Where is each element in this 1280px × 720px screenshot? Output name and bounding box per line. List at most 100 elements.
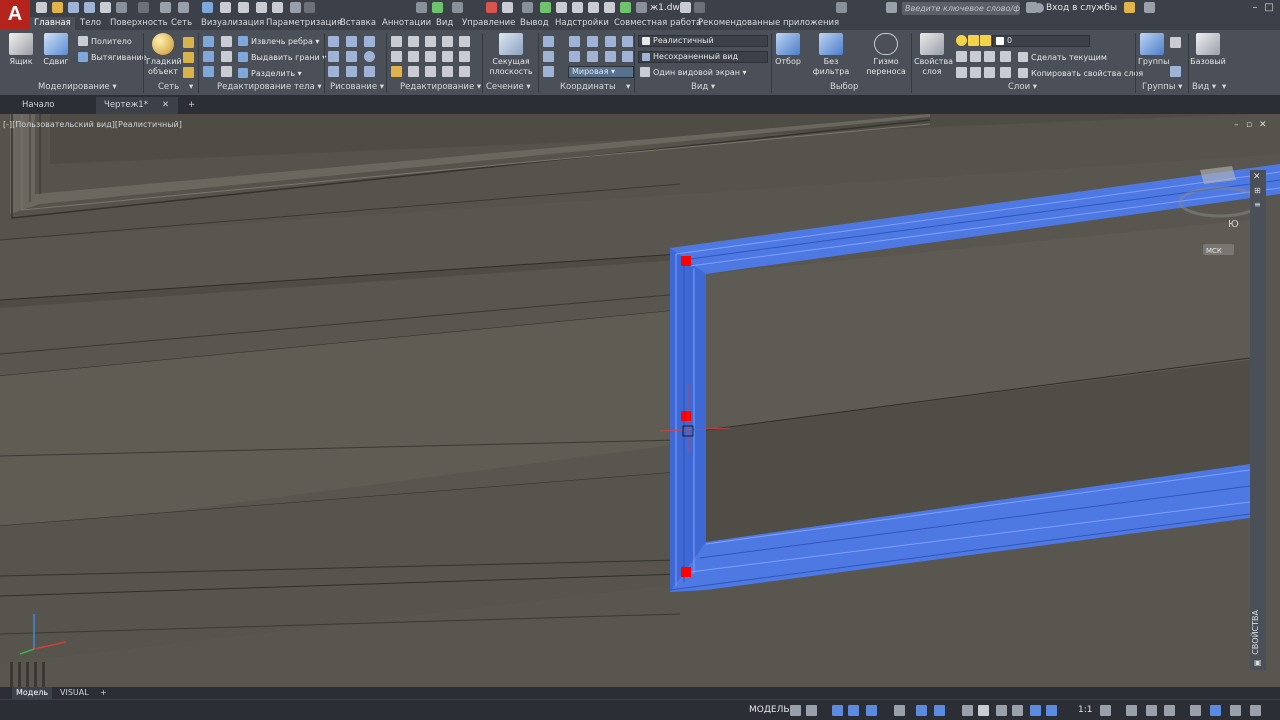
customization-icon[interactable] [1250,705,1261,716]
groups-button[interactable]: Группы [1138,33,1169,67]
union-icon[interactable] [203,36,214,47]
quick-properties-icon[interactable] [1164,705,1175,716]
panel-view2[interactable]: Вид ▾ [1192,82,1216,92]
clean-screen-icon[interactable] [1230,705,1241,716]
viewport-controls-label[interactable]: [-][Пользовательский вид][Реалистичный] [3,120,182,129]
search-input[interactable]: Введите ключевое слово/фразу [902,2,1020,15]
ucs-face-icon[interactable] [605,51,616,62]
chevron-down-icon[interactable] [304,2,315,13]
red-tool-icon[interactable] [486,2,497,13]
model-space-button[interactable]: МОДЕЛЬ [749,705,790,715]
snap-icon[interactable] [452,2,463,13]
ucs-icon[interactable] [543,36,554,47]
panel-section[interactable]: Сечение ▾ [486,82,531,92]
tab-model[interactable]: Модель [12,687,53,699]
object-snap-icon[interactable] [916,705,927,716]
lock-icon[interactable] [980,35,991,46]
layer-tool-icon[interactable] [970,67,981,78]
rectangle-icon[interactable] [346,66,357,77]
workspace-gear-icon[interactable] [1100,705,1111,716]
close-icon[interactable]: ✕ [1253,172,1261,182]
save-as-icon[interactable] [84,2,95,13]
layer-tool-icon[interactable] [970,51,981,62]
grip-handle[interactable] [681,411,691,421]
gizmo-button[interactable]: Гизмо переноса [862,33,910,77]
extract-edges-button[interactable]: Извлечь ребра ▾ [238,36,319,47]
layer-tool-icon[interactable] [984,67,995,78]
ucs-3point-icon[interactable] [543,51,554,62]
layer-properties-button[interactable]: Свойства слоя [914,33,953,77]
make-current-button[interactable]: Сделать текущим [1018,52,1107,63]
tab-solid[interactable]: Тело [80,17,101,30]
bulb-icon[interactable] [956,35,967,46]
base-view-button[interactable]: Базовый [1190,33,1226,67]
culling-button[interactable]: Отбор [774,33,802,67]
ucs-z-icon[interactable] [622,36,633,47]
mesh-tool-icon[interactable] [183,52,194,63]
box-button[interactable]: Ящик [6,33,36,67]
ucs-object-icon[interactable] [587,51,598,62]
layer-dropdown[interactable]: 0 [992,35,1090,47]
ungroup-icon[interactable] [1170,37,1181,48]
snap-mode-icon[interactable] [806,705,817,716]
selection-cycling-icon[interactable] [978,705,989,716]
annotation-monitor-icon[interactable] [1126,705,1137,716]
trim-icon[interactable] [459,36,470,47]
viewport-close-icon[interactable]: ✕ [1259,120,1267,130]
panel-modeling[interactable]: Моделирование ▾ [38,82,117,92]
scale-icon[interactable] [425,36,436,47]
measure-icon[interactable] [160,2,171,13]
isolate-objects-icon[interactable] [1190,705,1201,716]
match-layer-button[interactable]: Копировать свойства слоя [1018,68,1143,79]
panel-mesh[interactable]: Сеть [158,82,179,92]
mirror-icon[interactable] [425,51,436,62]
tab-output[interactable]: Вывод [520,17,549,30]
viewport-restore-icon[interactable]: ▫ [1246,120,1252,130]
add-tab-icon[interactable]: + [180,97,200,114]
erase-icon[interactable] [425,66,436,77]
block-icon[interactable] [604,2,615,13]
viewport-config-button[interactable]: Один видовой экран ▾ [640,67,747,78]
grid-icon[interactable] [790,705,801,716]
properties-palette[interactable]: ✕ ⊞ ≡ СВОЙСТВА ▣ [1250,170,1266,670]
user-icon[interactable] [1034,3,1044,13]
hardware-acceleration-icon[interactable] [1210,705,1221,716]
circle-icon[interactable] [364,51,375,62]
tab-parametric[interactable]: Параметризация [266,17,342,30]
tab-mesh[interactable]: Сеть [171,17,192,30]
panel-modify[interactable]: Редактирование ▾ [400,82,481,92]
panel-groups[interactable]: Группы ▾ [1142,82,1182,92]
green-tool-icon[interactable] [432,2,443,13]
units-icon[interactable] [1146,705,1157,716]
sun-icon[interactable] [968,35,979,46]
align-icon[interactable] [442,36,453,47]
ucs-y-icon[interactable] [605,36,616,47]
tab-render[interactable]: Визуализация [201,17,264,30]
maximize-icon[interactable]: □ [1262,2,1276,13]
move-icon[interactable] [391,36,402,47]
help-icon[interactable] [1144,2,1155,13]
array-icon[interactable] [391,51,402,62]
panel-drawing[interactable]: Рисование ▾ [330,82,384,92]
save-icon[interactable] [68,2,79,13]
panel-view[interactable]: Вид ▾ [691,82,715,92]
app-logo[interactable]: A [0,0,30,30]
chamfer-icon[interactable] [221,51,232,62]
layer-tool-icon[interactable] [984,51,995,62]
new-icon[interactable] [36,2,47,13]
text-icon[interactable] [522,2,533,13]
dynamic-ucs-icon[interactable] [1012,705,1023,716]
file-icon[interactable] [680,2,691,13]
intersect-icon[interactable] [203,66,214,77]
wcs-menu[interactable]: МСК [1203,244,1234,255]
palette-icon[interactable]: ▣ [1254,658,1262,667]
layer-tool-icon[interactable] [956,51,967,62]
add-layout-icon[interactable]: + [96,687,111,699]
pencil-icon[interactable] [391,66,402,77]
copy-icon[interactable] [572,2,583,13]
tool-icon[interactable] [416,2,427,13]
polysolid-button[interactable]: Политело [78,36,132,47]
panel-coordinates[interactable]: Координаты [560,82,616,92]
paste-icon[interactable] [588,2,599,13]
check-icon[interactable] [540,2,551,13]
